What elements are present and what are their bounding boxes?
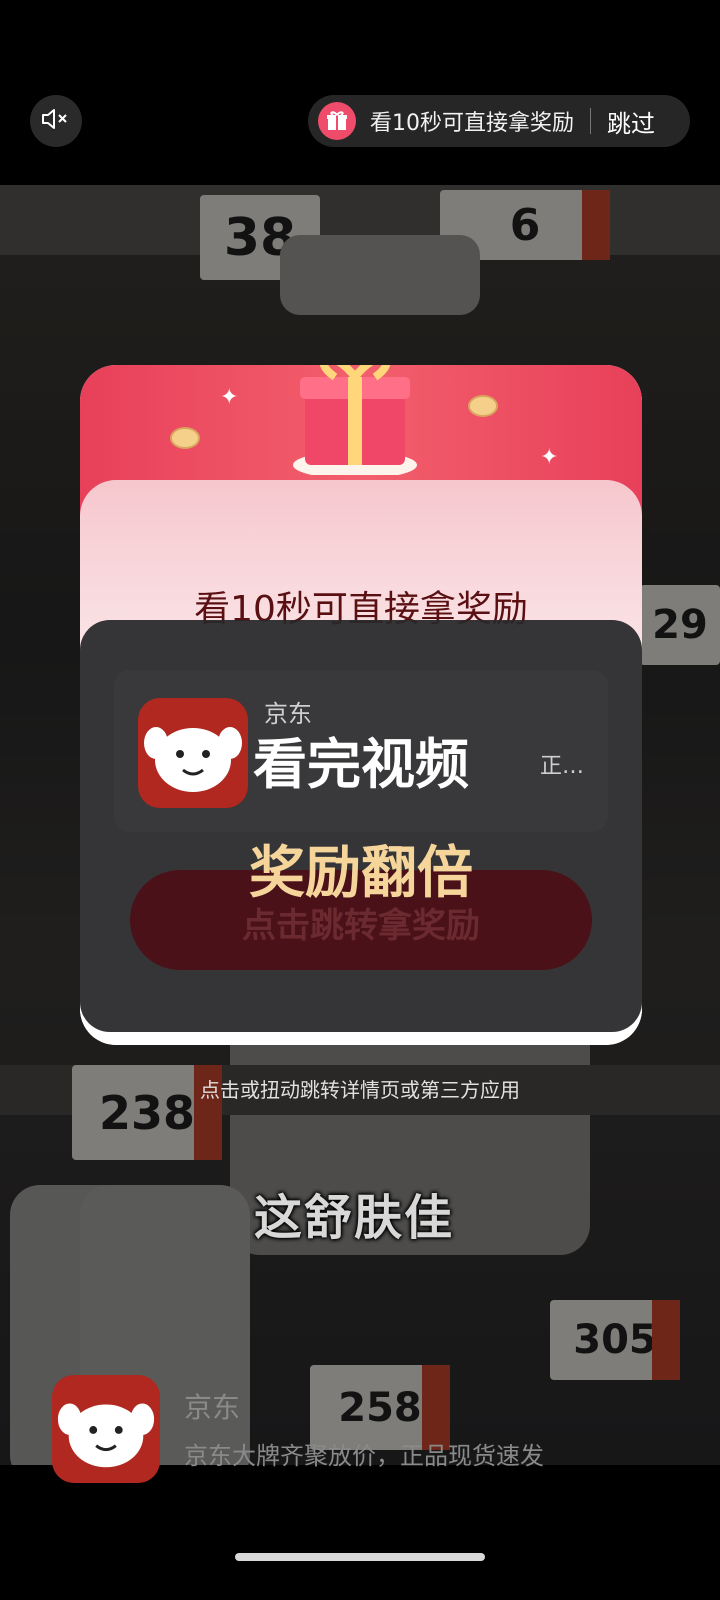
overlay-title: 看完视频 <box>253 733 469 796</box>
home-indicator[interactable] <box>235 1553 485 1561</box>
mute-button[interactable] <box>30 95 82 147</box>
reward-timer-pill: 看10秒可直接拿奖励 跳过 <box>308 95 690 147</box>
sparkle-icon: ✦ <box>540 445 559 470</box>
sparkle-icon: ✦ <box>220 385 239 410</box>
skip-button[interactable]: 跳过 <box>607 104 655 139</box>
interaction-hint: 点击或扭动跳转详情页或第三方应用 <box>200 1078 520 1102</box>
coin-icon <box>170 427 200 449</box>
speaker-muted-icon <box>41 107 71 135</box>
top-bar: 看10秒可直接拿奖励 跳过 <box>0 0 720 185</box>
overlay-subtitle: 奖励翻倍 <box>249 841 473 906</box>
ad-description: 京东大牌齐聚放价，正品现货速发 <box>184 1442 544 1470</box>
double-reward-overlay[interactable]: 京东 正… 看完视频 点击跳转拿奖励 奖励翻倍 <box>80 620 642 1032</box>
ad-info-strip[interactable]: 京东 京东大牌齐聚放价，正品现货速发 <box>0 1375 720 1500</box>
jd-logo-icon[interactable] <box>52 1375 160 1483</box>
ad-app-name: 京东 <box>184 1391 241 1424</box>
gift-icon <box>318 102 356 140</box>
reward-timer-text: 看10秒可直接拿奖励 <box>370 111 574 136</box>
video-caption: 这舒肤佳 <box>254 1190 455 1246</box>
divider <box>590 108 591 134</box>
coin-icon <box>468 395 498 417</box>
gift-box-icon <box>290 365 420 479</box>
